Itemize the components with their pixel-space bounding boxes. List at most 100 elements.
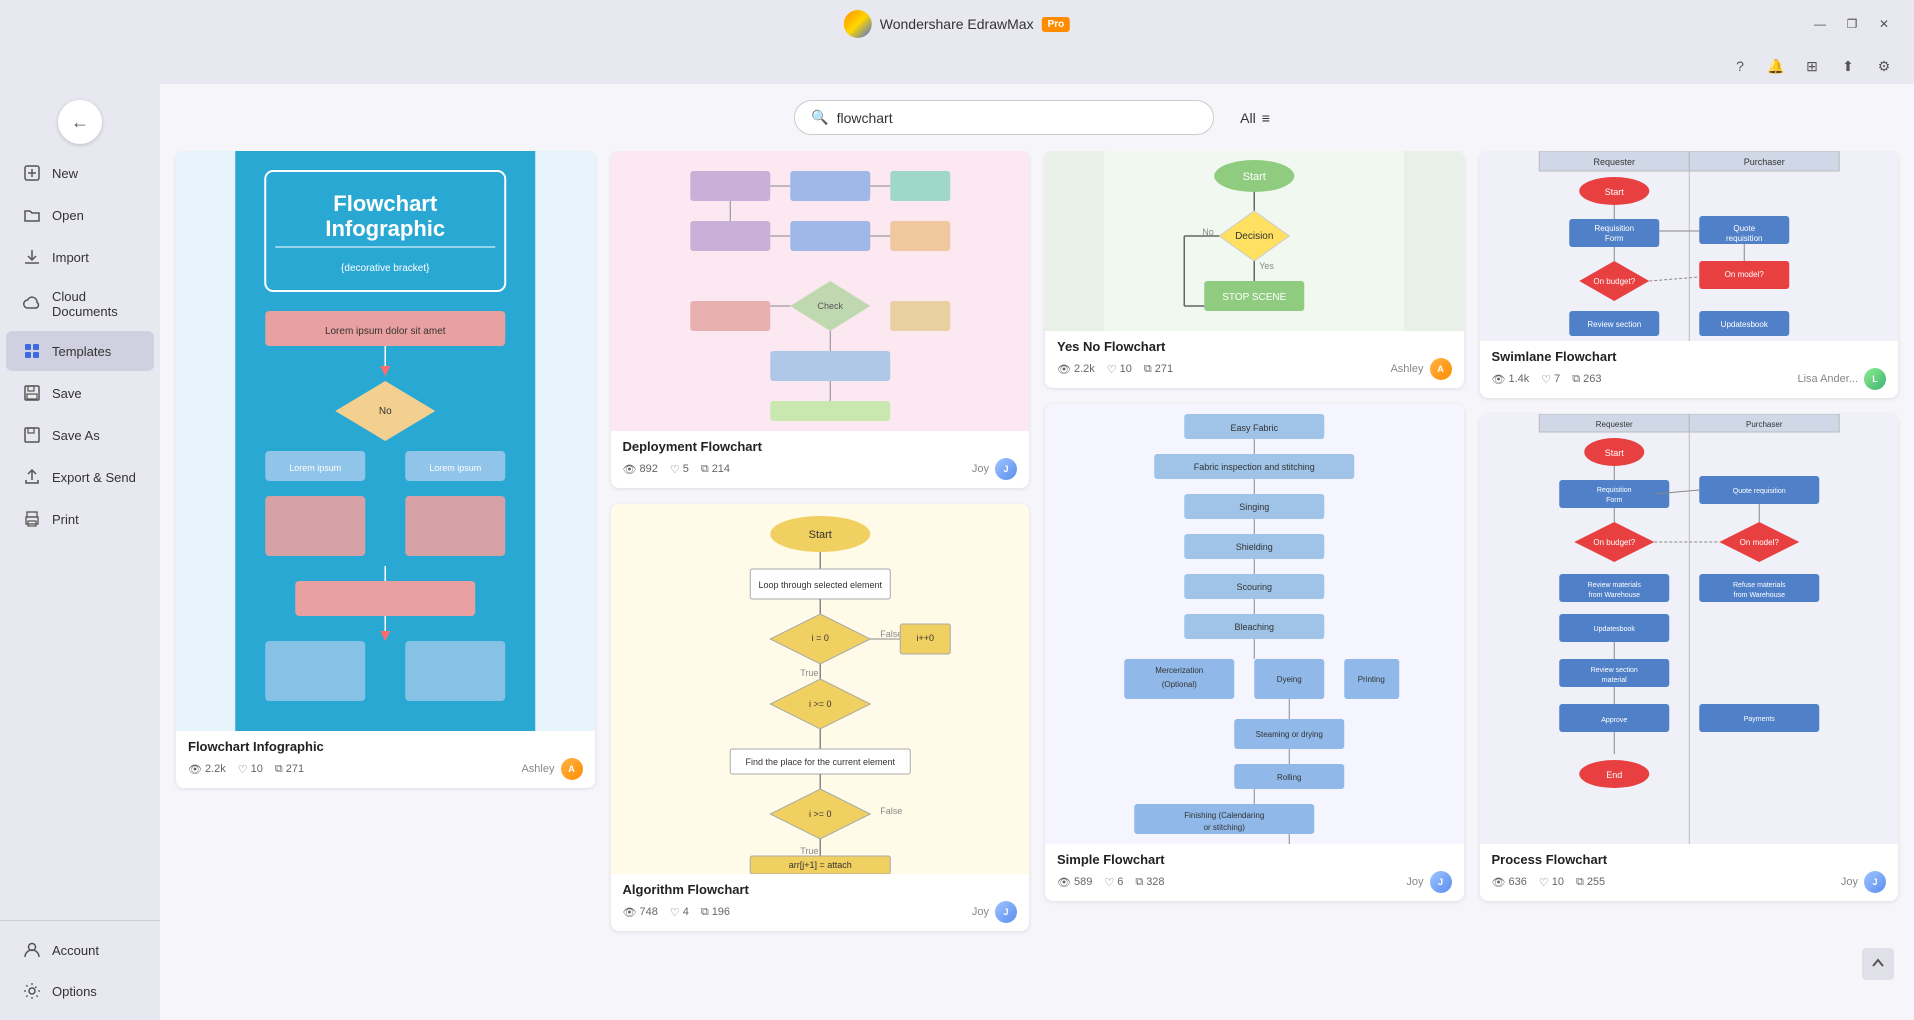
svg-text:Yes: Yes	[1259, 261, 1274, 271]
card-info-flowchart-infographic: Flowchart Infographic 👁 2.2k ♡ 10 ⧉ 271 …	[176, 731, 595, 788]
svg-text:Start: Start	[1604, 187, 1624, 197]
card-image-deployment: Check	[611, 151, 1030, 431]
sidebar-print-label: Print	[52, 512, 79, 527]
author-avatar: A	[561, 758, 583, 780]
filter-label: All	[1240, 110, 1256, 126]
svg-text:Quote: Quote	[1733, 224, 1755, 233]
svg-text:Rolling: Rolling	[1277, 773, 1301, 782]
svg-text:Fabric inspection and stitchin: Fabric inspection and stitching	[1194, 462, 1315, 472]
author-avatar-simple: J	[1430, 871, 1452, 893]
svg-text:Form: Form	[1604, 234, 1623, 243]
svg-text:Requisition: Requisition	[1594, 224, 1634, 233]
sidebar-item-saveas[interactable]: Save As	[6, 415, 154, 455]
help-icon[interactable]: ?	[1726, 52, 1754, 80]
svg-text:Steaming or drying: Steaming or drying	[1256, 730, 1323, 739]
card-algo-flowchart[interactable]: Start Loop through selected element i = …	[611, 504, 1030, 931]
sidebar-saveas-label: Save As	[52, 428, 100, 443]
svg-text:Scouring: Scouring	[1236, 582, 1272, 592]
card-title-simple: Simple Flowchart	[1057, 852, 1452, 867]
sidebar-item-templates[interactable]: Templates	[6, 331, 154, 371]
sidebar-bottom: Account Options	[0, 920, 160, 1012]
sidebar-account-label: Account	[52, 943, 99, 958]
svg-text:Requisition: Requisition	[1596, 487, 1631, 494]
back-button[interactable]: ←	[58, 100, 102, 144]
card-info-simple: Simple Flowchart 👁 589 ♡ 6 ⧉ 328 Joy J	[1045, 844, 1464, 901]
print-icon	[22, 509, 42, 529]
svg-text:On budget?: On budget?	[1593, 277, 1635, 286]
svg-text:Find the place for the current: Find the place for the current element	[745, 757, 895, 767]
svg-text:Mercerization: Mercerization	[1155, 666, 1203, 675]
card-stats-swimlane: 👁 1.4k ♡ 7 ⧉ 263 Lisa Ander... L	[1492, 368, 1887, 390]
svg-text:Updatesbook: Updatesbook	[1593, 626, 1635, 633]
scroll-top-button[interactable]	[1862, 948, 1894, 980]
close-button[interactable]: ✕	[1870, 10, 1898, 38]
card-author-simple: Joy J	[1406, 871, 1451, 893]
sidebar-item-save[interactable]: Save	[6, 373, 154, 413]
card-image-swimlane: Requester Purchaser Start Requisition Fo…	[1480, 151, 1899, 341]
sidebar-new-label: New	[52, 166, 78, 181]
card-simple-flowchart[interactable]: Easy Fabric Fabric inspection and stitch…	[1045, 404, 1464, 901]
card-flowchart-infographic[interactable]: Flowchart Infographic {decorative bracke…	[176, 151, 595, 788]
new-icon	[22, 163, 42, 183]
svg-text:Printing: Printing	[1358, 675, 1385, 684]
svg-text:i >= 0: i >= 0	[808, 699, 831, 709]
svg-text:On budget?: On budget?	[1593, 538, 1635, 547]
app-logo	[844, 10, 872, 38]
sidebar-item-import[interactable]: Import	[6, 237, 154, 277]
card-process-flowchart[interactable]: Requester Purchaser Start Requisition Fo…	[1480, 414, 1899, 901]
sidebar: ← New Open Import Cloud Documents	[0, 84, 160, 1020]
search-box[interactable]: 🔍	[794, 100, 1214, 135]
svg-text:Review materials: Review materials	[1587, 582, 1641, 589]
svg-text:No: No	[379, 406, 392, 417]
sidebar-item-open[interactable]: Open	[6, 195, 154, 235]
svg-text:Review section: Review section	[1590, 667, 1637, 674]
sidebar-item-print[interactable]: Print	[6, 499, 154, 539]
maximize-button[interactable]: ❐	[1838, 10, 1866, 38]
card-title-process: Process Flowchart	[1492, 852, 1887, 867]
svg-text:Purchaser: Purchaser	[1746, 420, 1783, 429]
svg-text:from Warehouse: from Warehouse	[1588, 592, 1640, 599]
card-stats-algo: 👁 748 ♡ 4 ⧉ 196 Joy J	[623, 901, 1018, 923]
svg-text:Quote requisition: Quote requisition	[1732, 488, 1785, 495]
filter-button[interactable]: All ≡	[1230, 104, 1280, 132]
share-icon[interactable]: ⬆	[1834, 52, 1862, 80]
apps-icon[interactable]: ⊞	[1798, 52, 1826, 80]
save-icon	[22, 383, 42, 403]
svg-text:Lorem ipsum dolor sit amet: Lorem ipsum dolor sit amet	[325, 326, 446, 337]
sidebar-item-export[interactable]: Export & Send	[6, 457, 154, 497]
svg-text:arr[j+1] = attach: arr[j+1] = attach	[788, 860, 851, 870]
card-title-deployment: Deployment Flowchart	[623, 439, 1018, 454]
svg-text:i++0: i++0	[916, 633, 934, 643]
svg-text:On model?: On model?	[1739, 538, 1779, 547]
card-yes-no-flowchart[interactable]: Start Decision No Yes STOP SCENE	[1045, 151, 1464, 388]
grid-column-2: Check Deployment Flowchart	[611, 151, 1030, 1004]
card-swimlane-flowchart[interactable]: Requester Purchaser Start Requisition Fo…	[1480, 151, 1899, 398]
notification-icon[interactable]: 🔔	[1762, 52, 1790, 80]
card-deployment-flowchart[interactable]: Check Deployment Flowchart	[611, 151, 1030, 488]
app-title-area: Wondershare EdrawMax Pro	[844, 10, 1070, 38]
sidebar-item-new[interactable]: New	[6, 153, 154, 193]
sidebar-cloud-label: Cloud Documents	[52, 289, 138, 319]
minimize-button[interactable]: —	[1806, 10, 1834, 38]
svg-text:Check: Check	[817, 301, 843, 311]
card-author-process: Joy J	[1841, 871, 1886, 893]
grid-column-1: Flowchart Infographic {decorative bracke…	[176, 151, 595, 1004]
card-author-deployment: Joy J	[972, 458, 1017, 480]
views-stat: 👁 2.2k	[188, 763, 226, 776]
card-author-swimlane: Lisa Ander... L	[1797, 368, 1886, 390]
card-title-yesno: Yes No Flowchart	[1057, 339, 1452, 354]
sidebar-item-account[interactable]: Account	[6, 930, 154, 970]
sidebar-item-options[interactable]: Options	[6, 971, 154, 1011]
content-area: 🔍 All ≡ Flowcha	[160, 84, 1914, 1020]
svg-text:or stitching): or stitching)	[1204, 823, 1246, 832]
card-author: Ashley A	[521, 758, 582, 780]
search-input[interactable]	[837, 110, 1198, 126]
sidebar-templates-label: Templates	[52, 344, 111, 359]
svg-text:Requester: Requester	[1593, 157, 1635, 167]
svg-text:True: True	[800, 668, 818, 678]
sidebar-export-label: Export & Send	[52, 470, 136, 485]
svg-text:Bleaching: Bleaching	[1234, 622, 1274, 632]
settings-icon[interactable]: ⚙	[1870, 52, 1898, 80]
sidebar-item-cloud[interactable]: Cloud Documents	[6, 279, 154, 329]
author-avatar-process: J	[1864, 871, 1886, 893]
